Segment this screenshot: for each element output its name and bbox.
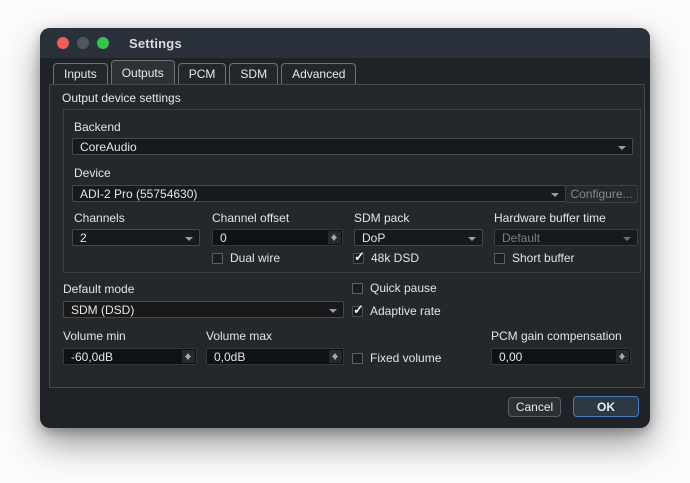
checkbox-box: ✓ (352, 306, 363, 317)
sdm-pack-value: DoP (362, 231, 385, 245)
hardware-buffer-time-select: Default (494, 229, 638, 246)
chevron-down-icon (618, 146, 626, 150)
tab-advanced[interactable]: Advanced (281, 63, 356, 84)
channel-offset-stepper[interactable]: 0 (212, 229, 343, 246)
tab-outputs[interactable]: Outputs (111, 60, 175, 84)
chevron-down-icon (329, 309, 337, 313)
chevron-down-icon (468, 237, 476, 241)
volume-max-stepper[interactable]: 0,0dB (206, 348, 344, 365)
volume-max-value: 0,0dB (214, 350, 245, 364)
channels-label: Channels (74, 211, 125, 225)
stepper-buttons[interactable] (182, 350, 195, 363)
settings-window: Settings Inputs Outputs PCM SDM Advanced… (40, 28, 650, 428)
default-mode-value: SDM (DSD) (71, 303, 134, 317)
tab-pcm[interactable]: PCM (178, 63, 227, 84)
backend-select[interactable]: CoreAudio (72, 138, 633, 155)
adaptive-rate-label: Adaptive rate (370, 304, 441, 318)
output-device-settings-group: Backend CoreAudio Device ADI-2 Pro (5575… (63, 109, 641, 273)
tab-bar: Inputs Outputs PCM SDM Advanced (53, 62, 359, 84)
quick-pause-label: Quick pause (370, 281, 437, 295)
outputs-tab-pane: Output device settings Backend CoreAudio… (49, 84, 645, 388)
backend-value: CoreAudio (80, 140, 137, 154)
checkbox-box (494, 253, 505, 264)
sdm-pack-label: SDM pack (354, 211, 409, 225)
zoom-window-button[interactable] (97, 37, 109, 49)
volume-min-label: Volume min (63, 329, 126, 343)
step-down-icon (185, 356, 191, 360)
fixed-volume-checkbox[interactable]: Fixed volume (352, 351, 441, 365)
stepper-buttons[interactable] (616, 350, 629, 363)
close-window-button[interactable] (57, 37, 69, 49)
ok-button[interactable]: OK (573, 396, 639, 417)
tab-sdm[interactable]: SDM (229, 63, 278, 84)
checkbox-box (352, 353, 363, 364)
short-buffer-checkbox[interactable]: Short buffer (494, 251, 574, 265)
chevron-down-icon (551, 193, 559, 197)
step-down-icon (331, 237, 337, 241)
chevron-down-icon (623, 237, 631, 241)
pcm-gain-value: 0,00 (499, 350, 522, 364)
cancel-button[interactable]: Cancel (508, 397, 561, 417)
dual-wire-label: Dual wire (230, 251, 280, 265)
minimize-window-button[interactable] (77, 37, 89, 49)
volume-max-label: Volume max (206, 329, 272, 343)
volume-min-stepper[interactable]: -60,0dB (63, 348, 197, 365)
checkbox-box (352, 283, 363, 294)
default-mode-label: Default mode (63, 282, 134, 296)
fixed-volume-label: Fixed volume (370, 351, 441, 365)
check-icon: ✓ (354, 250, 365, 263)
check-icon: ✓ (353, 303, 364, 316)
48k-dsd-label: 48k DSD (371, 251, 419, 265)
tab-inputs[interactable]: Inputs (53, 63, 108, 84)
sdm-pack-select[interactable]: DoP (354, 229, 483, 246)
window-title: Settings (129, 36, 182, 51)
device-select[interactable]: ADI-2 Pro (55754630) (72, 185, 566, 202)
stepper-buttons[interactable] (329, 350, 342, 363)
channel-offset-label: Channel offset (212, 211, 289, 225)
step-down-icon (332, 356, 338, 360)
chevron-down-icon (185, 237, 193, 241)
channels-select[interactable]: 2 (72, 229, 200, 246)
step-down-icon (619, 356, 625, 360)
hardware-buffer-time-label: Hardware buffer time (494, 211, 606, 225)
short-buffer-label: Short buffer (512, 251, 574, 265)
48k-dsd-checkbox[interactable]: ✓ 48k DSD (353, 251, 419, 265)
group-title: Output device settings (62, 91, 181, 105)
pcm-gain-compensation-label: PCM gain compensation (491, 329, 622, 343)
volume-min-value: -60,0dB (71, 350, 113, 364)
title-bar: Settings (40, 28, 650, 58)
channels-value: 2 (80, 231, 87, 245)
configure-button[interactable]: Configure... (565, 185, 638, 203)
device-label: Device (74, 166, 111, 180)
backend-label: Backend (74, 120, 121, 134)
channel-offset-value: 0 (220, 231, 227, 245)
quick-pause-checkbox[interactable]: Quick pause (352, 281, 437, 295)
pcm-gain-stepper[interactable]: 0,00 (491, 348, 631, 365)
stepper-buttons[interactable] (328, 231, 341, 244)
checkbox-box (212, 253, 223, 264)
checkbox-box: ✓ (353, 253, 364, 264)
dual-wire-checkbox[interactable]: Dual wire (212, 251, 280, 265)
hardware-buffer-time-value: Default (502, 231, 540, 245)
default-mode-select[interactable]: SDM (DSD) (63, 301, 344, 318)
device-value: ADI-2 Pro (55754630) (80, 187, 197, 201)
adaptive-rate-checkbox[interactable]: ✓ Adaptive rate (352, 304, 441, 318)
